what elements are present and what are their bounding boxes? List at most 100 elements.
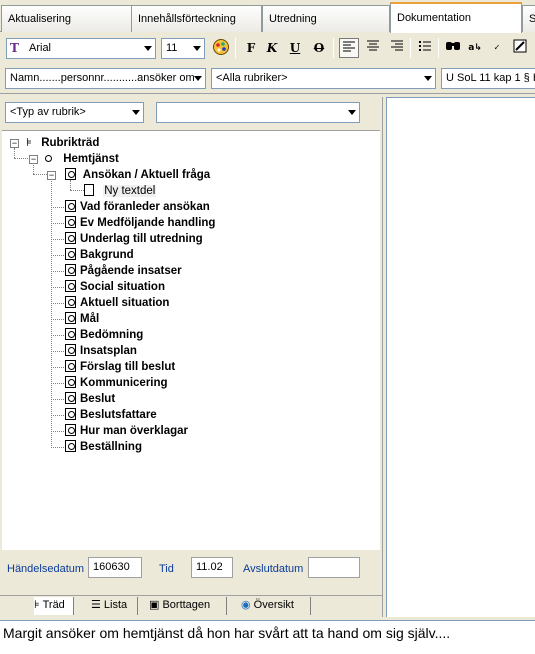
rubrik-select[interactable]: <Alla rubriker> — [211, 68, 436, 89]
tab-trad[interactable]: ⊧ Träd — [34, 597, 74, 615]
collapse-toggle[interactable]: − — [47, 171, 56, 180]
tree-node[interactable]: Beslutsfattare — [65, 407, 157, 423]
tree-node[interactable]: Beslut — [65, 391, 115, 407]
bold-button[interactable]: F — [241, 38, 261, 58]
tree-node[interactable]: Underlag till utredning — [65, 231, 203, 247]
type-select[interactable]: <Typ av rubrik> — [5, 102, 144, 123]
insert-object-icon[interactable] — [510, 38, 530, 58]
tree-line — [33, 163, 34, 174]
toolbar-separator — [333, 38, 334, 58]
list-icon: ☰ — [91, 599, 104, 611]
bullet-list-icon — [419, 41, 431, 51]
tree-node-ansokan[interactable]: Ansökan / Aktuell fråga — [65, 167, 210, 183]
tree-node-label: Vad föranleder ansökan — [80, 201, 210, 213]
tree-node[interactable]: Bakgrund — [65, 247, 134, 263]
tree-node-label: Bedömning — [80, 329, 144, 341]
section-icon — [65, 248, 76, 260]
tab-bar: Aktualisering Innehållsförteckning Utred… — [0, 0, 535, 33]
tree-line — [51, 431, 64, 432]
end-date-label: Avslutdatum — [243, 563, 304, 575]
replace-icon[interactable]: a↳ — [465, 38, 485, 58]
tree-node[interactable]: Mål — [65, 311, 99, 327]
align-left-button[interactable] — [339, 38, 359, 58]
section-icon — [65, 312, 76, 324]
tab-lista[interactable]: ☰ Lista — [91, 597, 139, 615]
tree-node-label: Ev Medföljande handling — [80, 217, 216, 229]
chevron-down-icon — [193, 46, 201, 51]
tree-node[interactable]: Beställning — [65, 439, 142, 455]
law-select[interactable]: U SoL 11 kap 1 § H — [441, 68, 535, 89]
tree-node[interactable]: Aktuell situation — [65, 295, 169, 311]
tree-line — [51, 223, 64, 224]
tree-node[interactable]: Pågående insatser — [65, 263, 182, 279]
section-icon — [65, 328, 76, 340]
tree-node-hemtjanst[interactable]: Hemtjänst — [45, 151, 119, 167]
tree-node[interactable]: Insatsplan — [65, 343, 137, 359]
font-size-select[interactable]: 11 — [161, 38, 205, 59]
align-center-button[interactable] — [363, 38, 383, 58]
font-size-value: 11 — [166, 42, 178, 54]
section-icon — [65, 296, 76, 308]
tree-line — [51, 174, 52, 448]
align-right-icon — [391, 40, 403, 51]
tab-s[interactable]: S — [522, 5, 535, 32]
tab-dokumentation[interactable]: Dokumentation — [390, 2, 522, 33]
tree-node[interactable]: Ev Medföljande handling — [65, 215, 215, 231]
tab-innehallsforteckning[interactable]: Innehållsförteckning — [131, 5, 262, 32]
section-icon — [65, 344, 76, 356]
collapse-toggle[interactable]: − — [10, 139, 19, 148]
font-name-select[interactable]: T Arial — [6, 38, 156, 59]
color-palette-icon[interactable] — [211, 38, 231, 58]
bullet-list-button[interactable] — [415, 38, 435, 58]
tree-node[interactable]: Bedömning — [65, 327, 143, 343]
category-icon — [45, 155, 52, 162]
tree-node[interactable]: Hur man överklagar — [65, 423, 188, 439]
tab-oversikt[interactable]: ◉ Översikt — [241, 597, 311, 615]
section-icon — [65, 392, 76, 404]
tab-utredning[interactable]: Utredning — [262, 5, 390, 32]
trash-icon: ▣ — [149, 599, 163, 611]
tree-node-label: Aktuell situation — [80, 297, 170, 309]
collapse-toggle[interactable]: − — [29, 155, 38, 164]
end-date-field[interactable] — [308, 557, 360, 578]
tree-node[interactable]: Förslag till beslut — [65, 359, 175, 375]
tree-node[interactable]: Kommunicering — [65, 375, 168, 391]
spellcheck-icon[interactable]: ✓ — [487, 38, 507, 58]
document-icon — [84, 184, 94, 196]
rubrik-tree[interactable] — [2, 130, 380, 550]
italic-button[interactable]: K — [262, 38, 282, 58]
tree-node[interactable]: Social situation — [65, 279, 165, 295]
name-select[interactable]: Namn.......personnr...........ansöker om — [5, 68, 206, 89]
tab-aktualisering[interactable]: Aktualisering — [1, 5, 132, 32]
time-label: Tid — [159, 563, 174, 575]
tab-borttagen[interactable]: ▣ Borttagen — [149, 597, 228, 615]
underline-button[interactable]: U — [285, 38, 305, 58]
tree-root[interactable]: ⊧ Rubrikträd — [26, 135, 99, 151]
document-preview-pane[interactable] — [386, 97, 535, 617]
tree-node-label: Pågående insatser — [80, 265, 182, 277]
tab-oversikt-label: Översikt — [253, 599, 294, 611]
toolbar-separator — [235, 38, 236, 58]
strikethrough-button[interactable]: O — [309, 38, 329, 58]
tree-node-label: Förslag till beslut — [80, 361, 176, 373]
subtype-select[interactable] — [156, 102, 360, 123]
event-date-field[interactable]: 160630 — [88, 557, 142, 578]
time-field[interactable]: 11.02 — [191, 557, 233, 578]
tree-icon: ⊧ — [34, 599, 43, 611]
splitter[interactable] — [382, 97, 385, 617]
tree-line — [51, 271, 64, 272]
divider — [0, 595, 382, 596]
section-icon — [65, 376, 76, 388]
chevron-down-icon — [144, 46, 152, 51]
tree-node-ny-textdel[interactable]: Ny textdel — [84, 183, 157, 199]
tree-line — [51, 207, 64, 208]
align-right-button[interactable] — [387, 38, 407, 58]
section-icon — [65, 440, 76, 452]
section-icon — [65, 264, 76, 276]
text-editor[interactable]: Margit ansöker om hemtjänst då hon har s… — [0, 620, 535, 654]
chevron-down-icon — [132, 110, 140, 115]
find-button[interactable] — [443, 38, 463, 58]
tree-node[interactable]: Vad föranleder ansökan — [65, 199, 210, 215]
chevron-down-icon — [348, 110, 356, 115]
tree-line — [51, 383, 64, 384]
